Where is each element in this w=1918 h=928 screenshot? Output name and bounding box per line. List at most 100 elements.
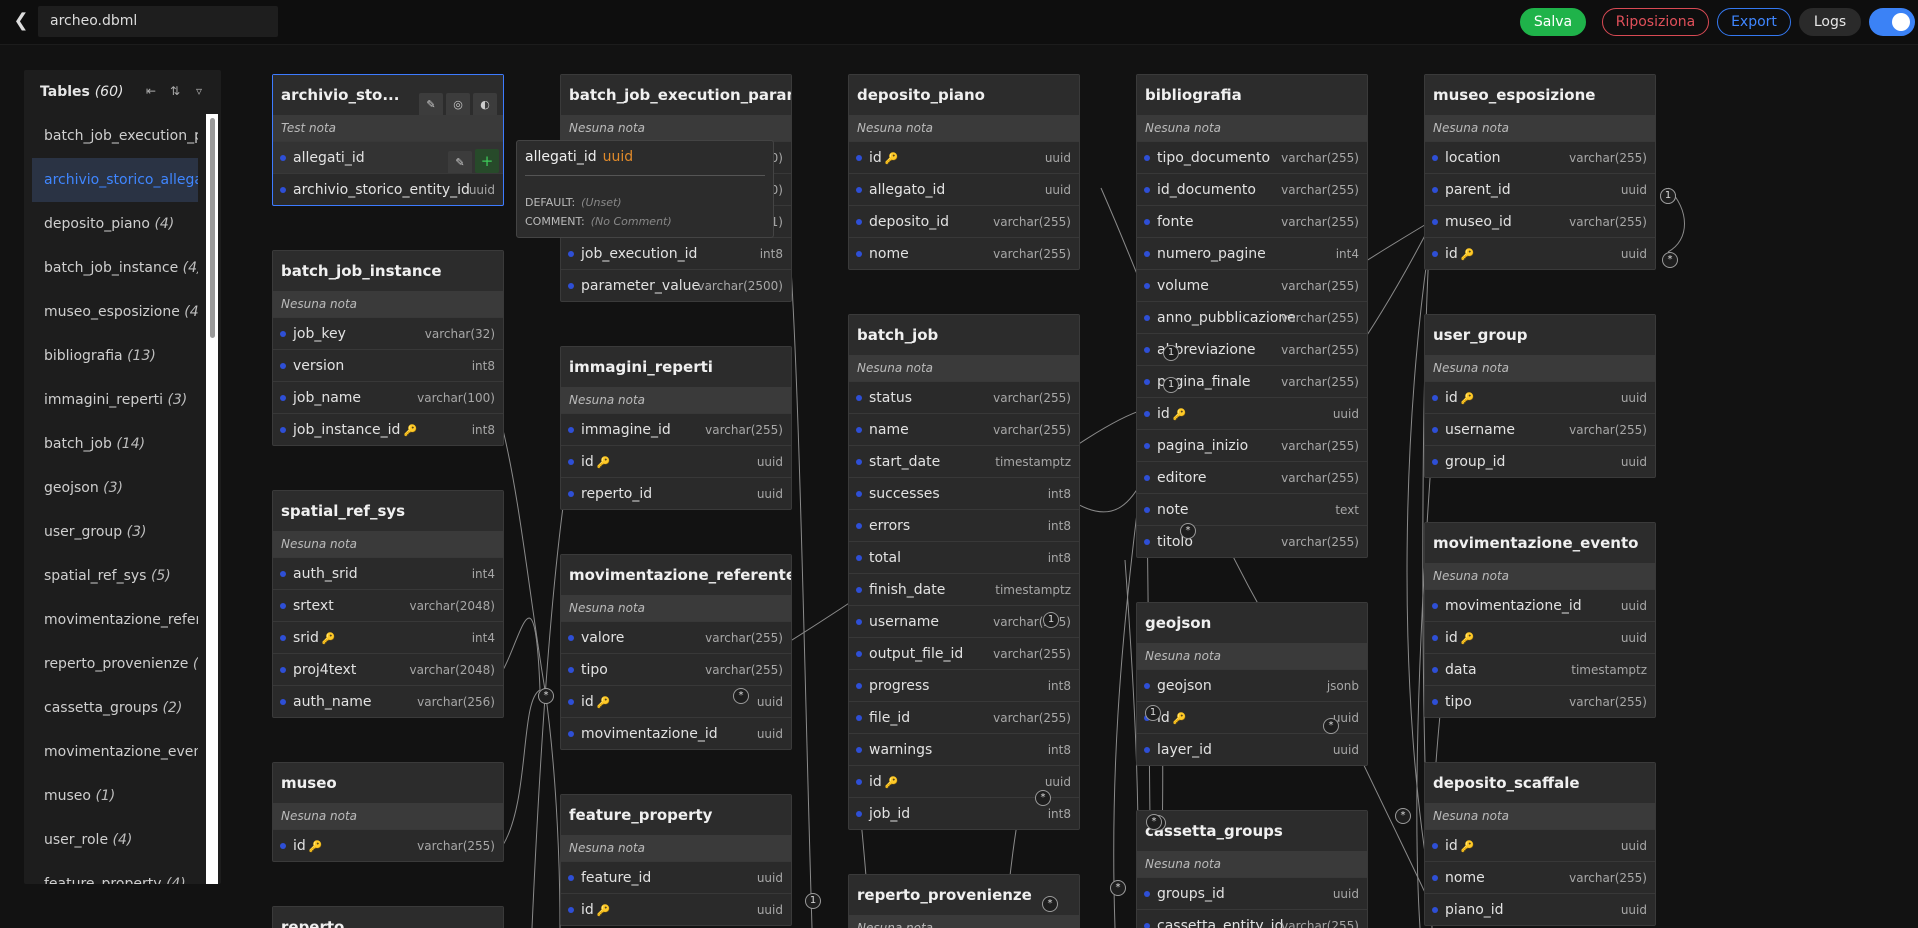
table-field[interactable]: feature_id uuid xyxy=(561,861,791,893)
table-field[interactable]: archivio_storico_entity_id uuid xyxy=(273,173,503,205)
field-connector-icon[interactable] xyxy=(1144,683,1150,689)
field-connector-icon[interactable] xyxy=(856,395,862,401)
field-connector-icon[interactable] xyxy=(856,427,862,433)
table-field[interactable]: movimentazione_id uuid xyxy=(1425,589,1655,621)
pencil-icon[interactable]: ✎ xyxy=(419,93,443,115)
table-field[interactable]: data timestamptz xyxy=(1425,653,1655,685)
field-connector-icon[interactable] xyxy=(1144,747,1150,753)
table-field[interactable]: numero_pagine int4 xyxy=(1137,237,1367,269)
table-field[interactable]: pagina_inizio varchar(255) xyxy=(1137,429,1367,461)
table-geojson[interactable]: geojson Nesuna nota geojson jsonb id 🔑 uuid lay… xyxy=(1136,602,1368,766)
field-connector-icon[interactable] xyxy=(568,667,574,673)
sidebar-item-user-role[interactable]: user_role (4) xyxy=(32,818,198,862)
table-header[interactable]: feature_property xyxy=(561,795,791,835)
table-header[interactable]: batch_job_instance xyxy=(273,251,503,291)
table-field[interactable]: tipo varchar(255) xyxy=(561,653,791,685)
sidebar-item-feature-property[interactable]: feature_property (4) xyxy=(32,862,198,884)
field-connector-icon[interactable] xyxy=(280,603,286,609)
sidebar-item-museo-esposizione[interactable]: museo_esposizione (4) xyxy=(32,290,198,334)
field-connector-icon[interactable] xyxy=(280,699,286,705)
table-field[interactable]: job_key varchar(32) xyxy=(273,317,503,349)
table-field[interactable]: start_date timestamptz xyxy=(849,445,1079,477)
field-connector-icon[interactable] xyxy=(1432,699,1438,705)
table-museo[interactable]: museo Nesuna nota id 🔑 varchar(255) xyxy=(272,762,504,862)
table-field[interactable]: tipo varchar(255) xyxy=(1425,685,1655,717)
table-field[interactable]: errors int8 xyxy=(849,509,1079,541)
sidebar-item-museo[interactable]: museo (1) xyxy=(32,774,198,818)
table-museo-esposizione[interactable]: museo_esposizione Nesuna nota location varc… xyxy=(1424,74,1656,270)
table-field[interactable]: parameter_value varchar(2500) xyxy=(561,269,791,301)
table-field[interactable]: id 🔑 uuid xyxy=(849,141,1079,173)
table-header[interactable]: museo_esposizione xyxy=(1425,75,1655,115)
field-connector-icon[interactable] xyxy=(856,555,862,561)
field-connector-icon[interactable] xyxy=(856,683,862,689)
table-batch-job[interactable]: batch_job Nesuna nota status varchar(255) na… xyxy=(848,314,1080,830)
table-header[interactable]: immagini_reperti xyxy=(561,347,791,387)
field-connector-icon[interactable] xyxy=(1432,459,1438,465)
table-field[interactable]: srtext varchar(2048) xyxy=(273,589,503,621)
sidebar-item-deposito-piano[interactable]: deposito_piano (4) xyxy=(32,202,198,246)
table-field[interactable]: allegato_id uuid xyxy=(849,173,1079,205)
sidebar-item-movimentazione-referente[interactable]: movimentazione_referente xyxy=(32,598,198,642)
field-connector-icon[interactable] xyxy=(856,715,862,721)
field-connector-icon[interactable] xyxy=(568,907,574,913)
table-field[interactable]: nome varchar(255) xyxy=(849,237,1079,269)
sort-icon[interactable]: ⇅ xyxy=(166,82,184,100)
table-header[interactable]: reperto xyxy=(273,907,503,928)
table-header[interactable]: bibliografia xyxy=(1137,75,1367,115)
field-connector-icon[interactable] xyxy=(856,459,862,465)
table-field[interactable]: id_documento varchar(255) xyxy=(1137,173,1367,205)
field-connector-icon[interactable] xyxy=(1432,667,1438,673)
sidebar-item-cassetta-groups[interactable]: cassetta_groups (2) xyxy=(32,686,198,730)
sidebar-item-movimentazione-evento[interactable]: movimentazione_evento xyxy=(32,730,198,774)
field-connector-icon[interactable] xyxy=(568,251,574,257)
table-field[interactable]: museo_id varchar(255) xyxy=(1425,205,1655,237)
field-connector-icon[interactable] xyxy=(1144,891,1150,897)
sidebar-item-batch-job[interactable]: batch_job (14) xyxy=(32,422,198,466)
field-connector-icon[interactable] xyxy=(1432,251,1438,257)
table-header[interactable]: batch_job_execution_params xyxy=(561,75,791,115)
table-deposito-scaffale[interactable]: deposito_scaffale Nesuna nota id 🔑 uuid nome v… xyxy=(1424,762,1656,926)
field-connector-icon[interactable] xyxy=(1432,219,1438,225)
table-immagini-reperti[interactable]: immagini_reperti Nesuna nota immagine_id va… xyxy=(560,346,792,510)
table-field[interactable]: titolo varchar(255) xyxy=(1137,525,1367,557)
table-field[interactable]: id 🔑 uuid xyxy=(1425,621,1655,653)
table-field[interactable]: anno_pubblicazione varchar(255) xyxy=(1137,301,1367,333)
sidebar-item-immagini-reperti[interactable]: immagini_reperti (3) xyxy=(32,378,198,422)
field-connector-icon[interactable] xyxy=(1144,251,1150,257)
field-connector-icon[interactable] xyxy=(1144,219,1150,225)
table-header[interactable]: batch_job xyxy=(849,315,1079,355)
field-connector-icon[interactable] xyxy=(280,635,286,641)
add-field-icon[interactable]: + xyxy=(475,149,499,173)
field-connector-icon[interactable] xyxy=(1144,187,1150,193)
table-field[interactable]: movimentazione_id uuid xyxy=(561,717,791,749)
field-connector-icon[interactable] xyxy=(1432,907,1438,913)
field-connector-icon[interactable] xyxy=(280,571,286,577)
field-connector-icon[interactable] xyxy=(1144,283,1150,289)
field-connector-icon[interactable] xyxy=(568,283,574,289)
table-field[interactable]: id 🔑 varchar(255) xyxy=(273,829,503,861)
field-connector-icon[interactable] xyxy=(1144,315,1150,321)
table-field[interactable]: allegati_id ✎ + xyxy=(273,141,503,173)
palette-icon[interactable]: ◐ xyxy=(473,93,497,115)
sidebar-item-batch-job-instance[interactable]: batch_job_instance (4) xyxy=(32,246,198,290)
field-connector-icon[interactable] xyxy=(856,219,862,225)
table-field[interactable]: group_id uuid xyxy=(1425,445,1655,477)
field-connector-icon[interactable] xyxy=(1432,395,1438,401)
table-field[interactable]: immagine_id varchar(255) xyxy=(561,413,791,445)
table-field[interactable]: finish_date timestamptz xyxy=(849,573,1079,605)
table-field[interactable]: valore varchar(255) xyxy=(561,621,791,653)
table-field[interactable]: id 🔑 uuid xyxy=(1137,397,1367,429)
table-field[interactable]: output_file_id varchar(255) xyxy=(849,637,1079,669)
table-field[interactable]: successes int8 xyxy=(849,477,1079,509)
sidebar-item-batch-job-execution-params[interactable]: batch_job_execution_params xyxy=(32,114,198,158)
table-field[interactable]: auth_srid int4 xyxy=(273,557,503,589)
field-connector-icon[interactable] xyxy=(856,651,862,657)
field-connector-icon[interactable] xyxy=(1144,347,1150,353)
field-connector-icon[interactable] xyxy=(1144,443,1150,449)
table-field[interactable]: name varchar(255) xyxy=(849,413,1079,445)
table-header[interactable]: spatial_ref_sys xyxy=(273,491,503,531)
table-field[interactable]: status varchar(255) xyxy=(849,381,1079,413)
table-field[interactable]: username varchar(255) xyxy=(1425,413,1655,445)
table-feature-property[interactable]: feature_property Nesuna nota feature_id uui… xyxy=(560,794,792,926)
